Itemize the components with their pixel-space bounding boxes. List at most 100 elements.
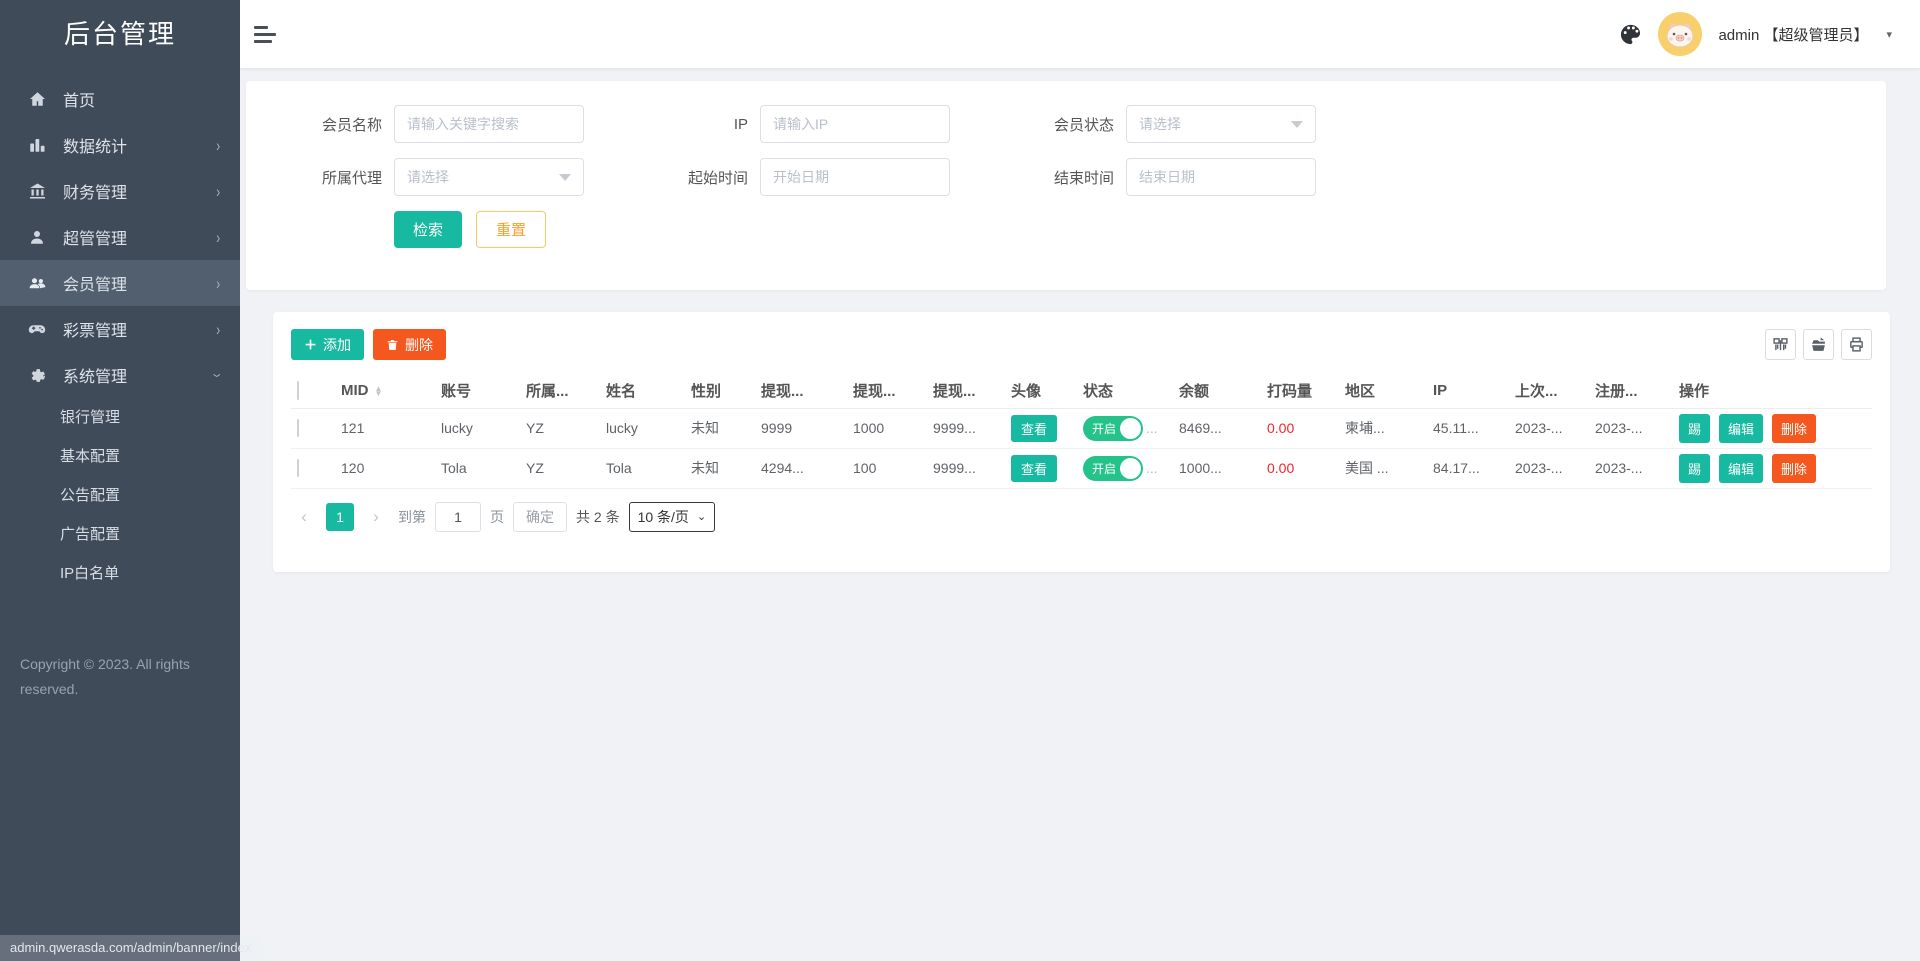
- page-size-select[interactable]: 10 条/页 ⌄: [629, 502, 716, 532]
- field-label: 结束时间: [1032, 167, 1114, 188]
- kick-button[interactable]: 踢: [1679, 414, 1710, 443]
- sidebar-item-label: 超管管理: [63, 225, 127, 249]
- toggle-columns-button[interactable]: [1765, 329, 1796, 360]
- field-label: IP: [666, 116, 748, 133]
- copyright-text: Copyright © 2023. All rights reserved.: [20, 652, 210, 702]
- chevron-right-icon: ›: [216, 228, 220, 247]
- sidebar-item-lottery[interactable]: 彩票管理 ›: [0, 306, 240, 352]
- cell-dama: 0.00: [1261, 408, 1339, 448]
- col-header-withdraw2: 提现...: [847, 374, 927, 408]
- chevron-right-icon: ›: [216, 182, 220, 201]
- col-header-last-login: 上次...: [1509, 374, 1589, 408]
- col-header-region: 地区: [1339, 374, 1427, 408]
- col-header-ip: IP: [1427, 374, 1509, 408]
- cell-withdraw2: 1000: [847, 408, 927, 448]
- view-avatar-button[interactable]: 查看: [1011, 455, 1057, 482]
- export-button[interactable]: [1803, 329, 1834, 360]
- member-name-input[interactable]: [394, 105, 584, 143]
- ip-input[interactable]: [760, 105, 950, 143]
- sidebar-subitem-basic-config[interactable]: 基本配置: [0, 437, 240, 476]
- person-icon: [26, 227, 48, 247]
- cell-agent: YZ: [520, 448, 600, 488]
- sidebar-subitem-ip-whitelist[interactable]: IP白名单: [0, 554, 240, 593]
- status-toggle[interactable]: 开启: [1083, 456, 1143, 481]
- user-menu-caret-icon[interactable]: ▾: [1886, 28, 1892, 41]
- print-icon: [1848, 336, 1865, 353]
- sidebar-item-system[interactable]: 系统管理 ›: [0, 352, 240, 398]
- delete-row-button[interactable]: 删除: [1772, 454, 1816, 483]
- page-1-button[interactable]: 1: [326, 503, 354, 531]
- col-header-withdraw3: 提现...: [927, 374, 1005, 408]
- start-date-input[interactable]: [760, 158, 950, 196]
- chevron-right-icon: ›: [216, 274, 220, 293]
- agent-select[interactable]: 请选择: [394, 158, 584, 196]
- status-toggle[interactable]: 开启: [1083, 416, 1143, 441]
- sidebar-item-superadmin[interactable]: 超管管理 ›: [0, 214, 240, 260]
- sort-icon[interactable]: ▲▼: [375, 386, 383, 396]
- theme-palette-icon[interactable]: [1619, 23, 1642, 46]
- col-header-name: 姓名: [600, 374, 685, 408]
- topbar: admin 【超级管理员】 ▾: [240, 0, 1920, 68]
- cell-dama: 0.00: [1261, 448, 1339, 488]
- bank-icon: [26, 181, 48, 201]
- field-end-time: 结束时间: [1032, 158, 1398, 196]
- next-page-button[interactable]: ›: [363, 507, 389, 527]
- sidebar-item-label: 会员管理: [63, 271, 127, 295]
- sidebar-item-stats[interactable]: 数据统计 ›: [0, 122, 240, 168]
- field-label: 起始时间: [666, 167, 748, 188]
- cell-register: 2023-...: [1589, 408, 1673, 448]
- end-date-input[interactable]: [1126, 158, 1316, 196]
- view-avatar-button[interactable]: 查看: [1011, 415, 1057, 442]
- col-header-gender: 性别: [685, 374, 755, 408]
- kick-button[interactable]: 踢: [1679, 454, 1710, 483]
- link-preview-statusbar: admin.qwerasda.com/admin/banner/index: [0, 935, 263, 961]
- search-panel: 会员名称 IP 会员状态 请选择 所属代理 请选择: [246, 81, 1886, 290]
- sidebar-item-label: 系统管理: [63, 363, 127, 387]
- add-button[interactable]: 添加: [291, 329, 364, 360]
- bar-chart-icon: [26, 135, 48, 155]
- field-label: 会员名称: [300, 114, 382, 135]
- field-ip: IP: [666, 105, 1032, 143]
- sidebar-item-label: 彩票管理: [63, 317, 127, 341]
- user-avatar[interactable]: [1658, 12, 1702, 56]
- chevron-down-icon: ›: [208, 373, 227, 377]
- sidebar-item-members[interactable]: 会员管理 ›: [0, 260, 240, 306]
- col-header-avatar: 头像: [1005, 374, 1077, 408]
- member-status-select[interactable]: 请选择: [1126, 105, 1316, 143]
- sidebar-toggle-icon[interactable]: [254, 22, 280, 47]
- chevron-right-icon: ›: [216, 320, 220, 339]
- sidebar-item-home[interactable]: 首页: [0, 76, 240, 122]
- col-header-register: 注册...: [1589, 374, 1673, 408]
- sidebar-item-finance[interactable]: 财务管理 ›: [0, 168, 240, 214]
- reset-button[interactable]: 重置: [476, 211, 546, 248]
- cell-region: 柬埔...: [1339, 408, 1427, 448]
- field-label: 所属代理: [300, 167, 382, 188]
- cell-ip: 84.17...: [1427, 448, 1509, 488]
- col-header-withdraw1: 提现...: [755, 374, 847, 408]
- goto-page-input[interactable]: [435, 502, 481, 532]
- sidebar-item-label: 首页: [63, 87, 95, 111]
- total-count-label: 共 2 条: [576, 507, 620, 527]
- select-all-checkbox[interactable]: [297, 381, 299, 400]
- row-checkbox[interactable]: [297, 459, 299, 477]
- cell-withdraw1: 9999: [755, 408, 847, 448]
- username-label[interactable]: admin 【超级管理员】: [1718, 24, 1868, 45]
- sidebar-subitem-ad-config[interactable]: 广告配置: [0, 515, 240, 554]
- field-start-time: 起始时间: [666, 158, 1032, 196]
- delete-row-button[interactable]: 删除: [1772, 414, 1816, 443]
- goto-confirm-button[interactable]: 确定: [513, 502, 567, 532]
- print-button[interactable]: [1841, 329, 1872, 360]
- sidebar-subitem-notice-config[interactable]: 公告配置: [0, 476, 240, 515]
- sidebar-item-label: 财务管理: [63, 179, 127, 203]
- edit-button[interactable]: 编辑: [1719, 454, 1763, 483]
- prev-page-button[interactable]: ‹: [291, 507, 317, 527]
- sidebar-subitem-bank[interactable]: 银行管理: [0, 398, 240, 437]
- home-icon: [26, 89, 48, 109]
- sidebar: 后台管理 首页 数据统计 › 财务管理 › 超管管理: [0, 0, 240, 961]
- edit-button[interactable]: 编辑: [1719, 414, 1763, 443]
- delete-button[interactable]: 删除: [373, 329, 446, 360]
- pagination: ‹ 1 › 到第 页 确定 共 2 条 10 条/页 ⌄: [291, 502, 1872, 532]
- search-button[interactable]: 检索: [394, 211, 462, 248]
- cell-last-login: 2023-...: [1509, 448, 1589, 488]
- row-checkbox[interactable]: [297, 419, 299, 437]
